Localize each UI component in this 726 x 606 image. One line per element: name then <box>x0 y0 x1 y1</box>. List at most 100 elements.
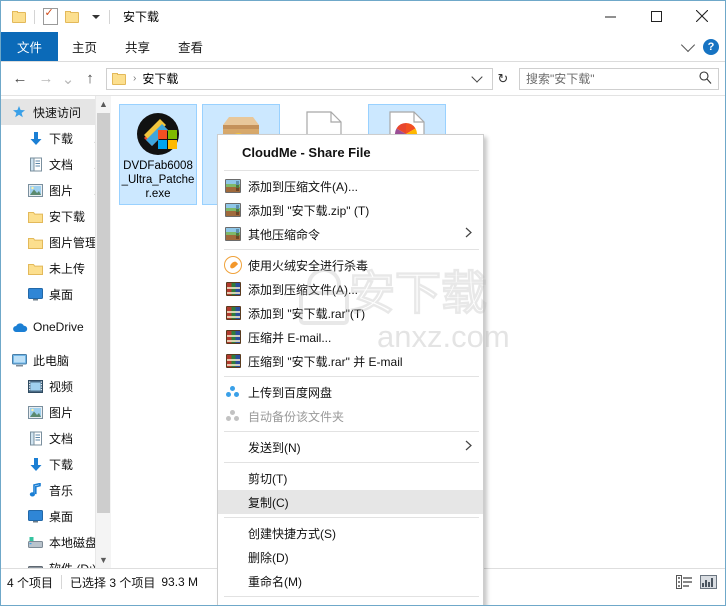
sidebar-item-label: 安下载 <box>49 209 86 224</box>
minimize-button[interactable] <box>587 1 633 31</box>
context-menu-item-label: 上传到百度网盘 <box>248 385 333 400</box>
sidebar-item-label: 桌面 <box>49 287 74 302</box>
details-view-icon[interactable] <box>675 574 692 590</box>
chevron-up-icon[interactable]: ▲ <box>96 96 111 112</box>
folder-icon[interactable] <box>8 6 30 28</box>
window-title: 安下载 <box>123 10 160 24</box>
context-menu-item-label: 重命名(M) <box>248 574 302 589</box>
large-icons-view-icon[interactable] <box>700 574 717 590</box>
sidebar-item-label: 未上传 <box>49 261 86 276</box>
close-button[interactable] <box>679 1 725 31</box>
properties-icon[interactable] <box>39 6 61 28</box>
search-input[interactable]: 搜索"安下载" <box>519 67 719 90</box>
context-menu[interactable]: CloudMe - Share File 添加到压缩文件(A)... 添加到 "安… <box>217 134 484 605</box>
context-menu-item-label: 添加到压缩文件(A)... <box>248 282 358 297</box>
sidebar-item-label: 下载 <box>49 457 74 472</box>
context-menu-item[interactable]: 剪切(T) <box>218 466 483 490</box>
menu-separator <box>224 376 479 377</box>
context-menu-item[interactable]: 使用火绒安全进行杀毒 <box>218 253 483 277</box>
status-selection: 已选择 3 个项目 <box>70 575 156 590</box>
7zip-icon <box>224 225 242 243</box>
sidebar-item-label: 视频 <box>49 379 74 394</box>
tab-home[interactable]: 主页 <box>58 32 111 61</box>
tab-share[interactable]: 共享 <box>111 32 164 61</box>
sidebar-item-label: 图片 <box>49 405 74 420</box>
chevron-down-icon[interactable]: ▼ <box>96 552 111 568</box>
winrar-icon <box>224 352 242 370</box>
context-menu-item[interactable]: 添加到 "安下载.rar"(T) <box>218 301 483 325</box>
context-menu-item[interactable]: 压缩到 "安下载.rar" 并 E-mail <box>218 349 483 373</box>
context-menu-item[interactable]: 属性(R) <box>218 600 483 605</box>
local-disk-icon <box>27 536 44 549</box>
sidebar-item-label: 快速访问 <box>33 105 82 120</box>
documents-icon <box>27 431 44 446</box>
file-explorer-window: 安下载 文件 主页 共享 查看 ? ← → ⌄ ↑ <box>0 0 726 606</box>
dvdfab-app-icon <box>121 109 195 159</box>
context-menu-item[interactable]: 创建快捷方式(S) <box>218 521 483 545</box>
file-item[interactable]: DVDFab6008_Ultra_Patcher.exe <box>119 104 197 205</box>
context-menu-item[interactable]: 重命名(M) <box>218 569 483 593</box>
chevron-down-icon[interactable] <box>471 71 483 83</box>
address-bar: ← → ⌄ ↑ › 安下载 ↻ 搜索"安下载" <box>1 62 725 95</box>
videos-icon <box>27 379 44 393</box>
address-dropdown[interactable] <box>471 71 490 84</box>
context-menu-item[interactable]: 上传到百度网盘 <box>218 380 483 404</box>
folder-icon[interactable] <box>61 6 83 28</box>
navigation-scrollbar[interactable]: ▲ ▼ <box>95 96 111 568</box>
tab-file[interactable]: 文件 <box>1 32 59 61</box>
context-menu-item[interactable]: 发送到(N) <box>218 435 483 459</box>
forward-button[interactable]: → <box>33 66 59 92</box>
menu-separator <box>224 462 479 463</box>
up-button[interactable]: ↑ <box>77 66 103 92</box>
sidebar-item-label: 桌面 <box>49 509 74 524</box>
divider <box>61 575 63 589</box>
quick-access-toolbar <box>1 6 114 28</box>
context-menu-item-label: 使用火绒安全进行杀毒 <box>248 258 369 273</box>
submenu-arrow-icon <box>465 227 472 241</box>
breadcrumb-separator: › <box>133 73 137 84</box>
breadcrumb[interactable]: › 安下载 <box>112 70 178 87</box>
divider <box>109 9 110 24</box>
search-icon[interactable] <box>699 70 712 87</box>
onedrive-cloud-icon <box>11 322 28 333</box>
file-name: DVDFab6008_Ultra_Patcher.exe <box>121 160 195 200</box>
context-menu-item: 自动备份该文件夹 <box>218 404 483 428</box>
title-bar: 安下载 <box>1 1 725 32</box>
dropdown-arrow-icon[interactable] <box>83 6 105 28</box>
recent-locations-button[interactable]: ⌄ <box>59 66 77 92</box>
download-arrow-icon <box>27 131 44 146</box>
sidebar-item-label: OneDrive <box>33 320 84 334</box>
context-menu-item[interactable]: 添加到压缩文件(A)... <box>218 174 483 198</box>
context-menu-item[interactable]: 添加到压缩文件(A)... <box>218 277 483 301</box>
context-menu-item[interactable]: 删除(D) <box>218 545 483 569</box>
maximize-button[interactable] <box>633 1 679 31</box>
help-icon[interactable]: ? <box>703 38 719 55</box>
back-button[interactable]: ← <box>7 66 33 92</box>
folder-icon <box>27 236 44 249</box>
menu-separator <box>224 249 479 250</box>
scrollbar-thumb[interactable] <box>97 113 110 513</box>
star-pin-icon <box>11 105 28 120</box>
tab-view[interactable]: 查看 <box>164 32 217 61</box>
baidu-netdisk-icon <box>224 407 242 425</box>
context-menu-item[interactable]: 其他压缩命令 <box>218 222 483 246</box>
huorong-flame-icon <box>224 256 242 274</box>
menu-separator <box>224 596 479 597</box>
pictures-icon <box>27 183 44 197</box>
context-menu-item[interactable]: 添加到 "安下载.zip" (T) <box>218 198 483 222</box>
status-size: 93.3 M <box>161 575 199 589</box>
context-menu-item[interactable]: 压缩并 E-mail... <box>218 325 483 349</box>
context-menu-header: CloudMe - Share File <box>242 144 371 160</box>
context-menu-item-label: 添加到 "安下载.rar"(T) <box>248 306 366 321</box>
address-field[interactable]: › 安下载 <box>106 67 493 90</box>
refresh-button[interactable]: ↻ <box>493 71 513 87</box>
breadcrumb-item-0[interactable]: 安下载 <box>142 70 178 87</box>
chevron-down-icon[interactable] <box>680 37 696 52</box>
context-menu-item-label: 自动备份该文件夹 <box>248 409 345 424</box>
baidu-netdisk-icon <box>224 383 242 401</box>
this-pc-icon <box>11 353 28 367</box>
context-menu-item-label: 其他压缩命令 <box>248 227 321 242</box>
context-menu-item-label: 复制(C) <box>248 495 289 510</box>
ribbon-tab-bar: 文件 主页 共享 查看 ? <box>1 32 725 62</box>
context-menu-item[interactable]: 复制(C) <box>218 490 483 514</box>
